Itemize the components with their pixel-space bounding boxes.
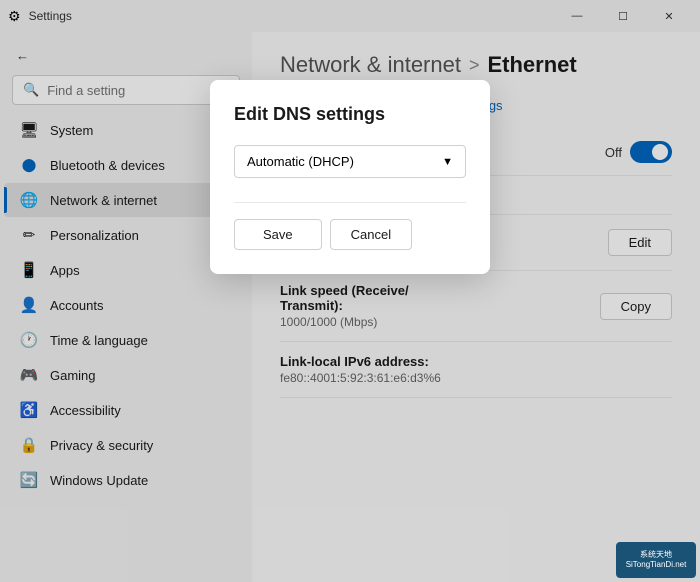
dialog-title: Edit DNS settings [234,104,466,125]
watermark: 系统天地 SiTongTianDi.net [616,542,696,578]
dialog-actions: Save Cancel [234,219,466,250]
dns-dropdown[interactable]: Automatic (DHCP) ▼ [234,145,466,178]
dialog-divider [234,202,466,203]
cancel-button[interactable]: Cancel [330,219,412,250]
chevron-down-icon: ▼ [442,156,453,168]
watermark-text: 系统天地 SiTongTianDi.net [626,550,687,571]
edit-dns-dialog: Edit DNS settings Automatic (DHCP) ▼ Sav… [210,80,490,274]
dropdown-value: Automatic (DHCP) [247,154,354,169]
dialog-overlay: Edit DNS settings Automatic (DHCP) ▼ Sav… [0,0,700,582]
save-button[interactable]: Save [234,219,322,250]
